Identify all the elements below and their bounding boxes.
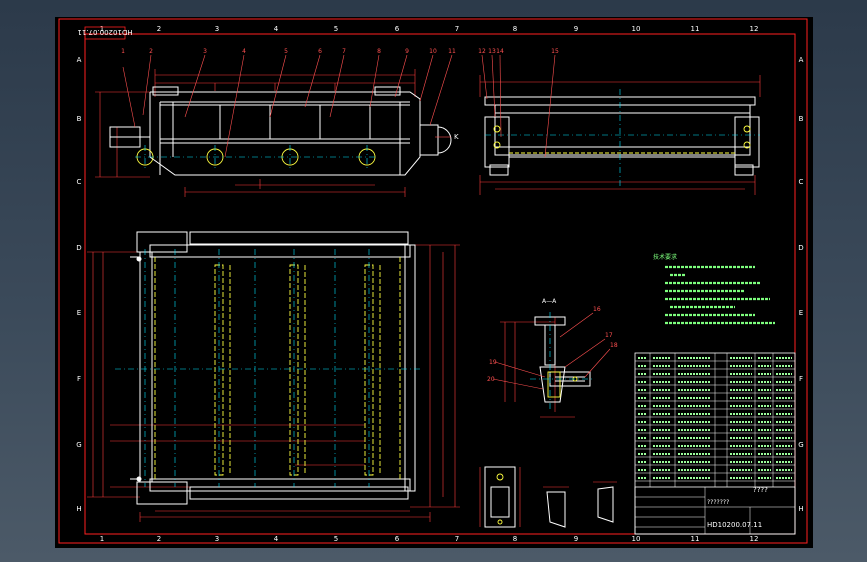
row-letter-left: B bbox=[77, 115, 82, 123]
section-view: A—A 1617181920 bbox=[487, 298, 618, 418]
column-number-bottom: 5 bbox=[334, 535, 338, 543]
column-number-top: 6 bbox=[395, 25, 400, 33]
callout-label: 7 bbox=[342, 48, 346, 55]
section-label: A—A bbox=[542, 298, 557, 305]
column-number-bottom: 10 bbox=[632, 535, 641, 543]
column-number-top: 12 bbox=[750, 25, 759, 33]
cad-viewport[interactable]: 1 1 2 2 3 3 4 4 5 5 6 6 7 7 8 8 9 9 10 10 11 11 12 12 AABBCCDDE… bbox=[55, 17, 813, 548]
row-letter-right: C bbox=[799, 178, 804, 186]
callout-label: 16 bbox=[593, 306, 601, 313]
drawing-sheet: 112233445566778899101011111212 A AB BC CD DE… bbox=[58, 18, 808, 544]
callout-label: 2 bbox=[149, 48, 153, 55]
technical-notes: 技术要求 bbox=[653, 253, 775, 325]
column-number-bottom: 12 bbox=[750, 535, 759, 543]
column-number-top: 10 bbox=[632, 25, 641, 33]
callout-label: 11 bbox=[448, 48, 456, 55]
column-number-top: 2 bbox=[157, 25, 161, 33]
row-letter-right: E bbox=[799, 309, 803, 317]
callout-label: 13 bbox=[488, 48, 496, 55]
column-number-bottom: 7 bbox=[455, 535, 459, 543]
row-letter-right: G bbox=[798, 441, 803, 449]
row-letter-left: D bbox=[76, 244, 81, 252]
column-number-top: 7 bbox=[455, 25, 459, 33]
column-number-bottom: 11 bbox=[691, 535, 700, 543]
row-letter-right: B bbox=[799, 115, 804, 123]
callout-label: 9 bbox=[405, 48, 409, 55]
plan-view bbox=[87, 231, 460, 522]
rotated-drawing-code: HD10200.07.11 bbox=[77, 28, 132, 36]
title-block-subtitle: ??????? bbox=[707, 499, 729, 506]
callout-label: 3 bbox=[203, 48, 207, 55]
column-numbers: 112233445566778899101011111212 bbox=[100, 25, 759, 543]
callout-label: 14 bbox=[496, 48, 504, 55]
column-number-bottom: 8 bbox=[513, 535, 517, 543]
row-letters: A A B B C C D D E E F F G G H H bbox=[76, 56, 803, 513]
row-letter-left: F bbox=[77, 375, 81, 383]
callout-label: 1 bbox=[121, 48, 125, 55]
column-number-top: 4 bbox=[274, 25, 279, 33]
row-letter-left: G bbox=[76, 441, 81, 449]
sheet-border-outer bbox=[58, 18, 808, 544]
sheet-border-inner bbox=[84, 33, 796, 535]
row-letter-left: E bbox=[77, 309, 81, 317]
row-letter-right: D bbox=[798, 244, 803, 252]
detail-views bbox=[479, 466, 617, 528]
column-number-bottom: 9 bbox=[574, 535, 578, 543]
callout-label: 12 bbox=[478, 48, 486, 55]
column-number-bottom: 2 bbox=[157, 535, 161, 543]
side-view: 12 13 14 15 bbox=[478, 48, 761, 195]
column-number-top: 8 bbox=[513, 25, 517, 33]
row-letter-right: H bbox=[798, 505, 803, 513]
notes-heading: 技术要求 bbox=[653, 253, 677, 261]
rotated-code-box: HD10200.07.11 bbox=[77, 26, 133, 40]
column-number-top: 3 bbox=[215, 25, 219, 33]
callout-label: 6 bbox=[318, 48, 322, 55]
column-number-bottom: 3 bbox=[215, 535, 219, 543]
row-letter-left: C bbox=[77, 178, 82, 186]
callout-label: 18 bbox=[610, 342, 618, 349]
callout-label: 20 bbox=[487, 376, 495, 383]
callout-label: 15 bbox=[551, 48, 559, 55]
column-number-bottom: 4 bbox=[274, 535, 279, 543]
callout-label: 17 bbox=[605, 332, 613, 339]
column-number-top: 11 bbox=[691, 25, 700, 33]
row-letter-left: A bbox=[77, 56, 82, 64]
drawing-number: HD10200.07.11 bbox=[707, 521, 762, 529]
row-letter-right: F bbox=[799, 375, 803, 383]
callout-label: 8 bbox=[377, 48, 381, 55]
column-number-top: 5 bbox=[334, 25, 338, 33]
callout-label: 4 bbox=[242, 48, 246, 55]
front-view: 1 2 3 4 5 6 7 8 9 10 11 K bbox=[95, 48, 459, 197]
column-number-top: 9 bbox=[574, 25, 578, 33]
row-letter-left: H bbox=[76, 505, 81, 513]
callout-label: 19 bbox=[489, 359, 497, 366]
title-block: ???? ??????? HD10200.07.11 bbox=[634, 486, 796, 535]
callout-label: 5 bbox=[284, 48, 288, 55]
column-number-bottom: 1 bbox=[100, 535, 104, 543]
column-number-bottom: 6 bbox=[395, 535, 400, 543]
row-letter-right: A bbox=[799, 56, 804, 64]
callout-label: 10 bbox=[429, 48, 437, 55]
title-block-name: ???? bbox=[753, 486, 768, 494]
view-marker-k: K bbox=[454, 133, 459, 141]
